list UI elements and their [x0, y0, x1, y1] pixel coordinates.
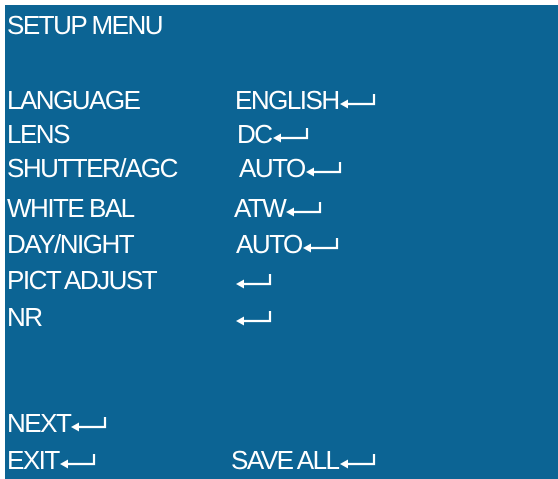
menu-item-white-bal-value[interactable]: ATW	[234, 193, 323, 223]
enter-arrow-icon	[235, 272, 273, 292]
menu-item-language-label: LANGUAGE	[7, 85, 141, 115]
enter-arrow-icon	[235, 309, 273, 329]
next-button[interactable]: NEXT	[7, 408, 108, 438]
menu-item-nr-enter[interactable]	[235, 302, 273, 332]
exit-button[interactable]: EXIT	[7, 445, 97, 475]
menu-item-lens-value[interactable]: DC	[237, 119, 310, 149]
enter-arrow-icon	[305, 160, 343, 180]
menu-item-language-value[interactable]: ENGLISH	[235, 85, 377, 115]
enter-arrow-icon	[59, 452, 97, 472]
menu-item-lens-label: LENS	[7, 119, 70, 149]
enter-arrow-icon	[272, 126, 310, 146]
menu-title: SETUP MENU	[7, 10, 164, 40]
menu-item-day-night-label: DAY/NIGHT	[7, 229, 135, 259]
menu-item-shutter-agc-label: SHUTTER/AGC	[7, 153, 178, 183]
enter-arrow-icon	[339, 92, 377, 112]
save-all-button[interactable]: SAVE ALL	[231, 445, 377, 475]
enter-arrow-icon	[70, 415, 108, 435]
menu-item-nr-label: NR	[7, 302, 43, 332]
menu-item-pict-adjust-enter[interactable]	[235, 265, 273, 295]
enter-arrow-icon	[302, 236, 340, 256]
enter-arrow-icon	[285, 200, 323, 220]
osd-setup-screen: SETUP MENU LANGUAGE ENGLISH LENS DC SHUT…	[5, 5, 558, 479]
menu-item-pict-adjust-label: PICT ADJUST	[7, 265, 158, 295]
menu-item-day-night-value[interactable]: AUTO	[236, 229, 340, 259]
enter-arrow-icon	[339, 452, 377, 472]
menu-item-white-bal-label: WHITE BAL	[7, 193, 135, 223]
menu-item-shutter-agc-value[interactable]: AUTO	[239, 153, 343, 183]
